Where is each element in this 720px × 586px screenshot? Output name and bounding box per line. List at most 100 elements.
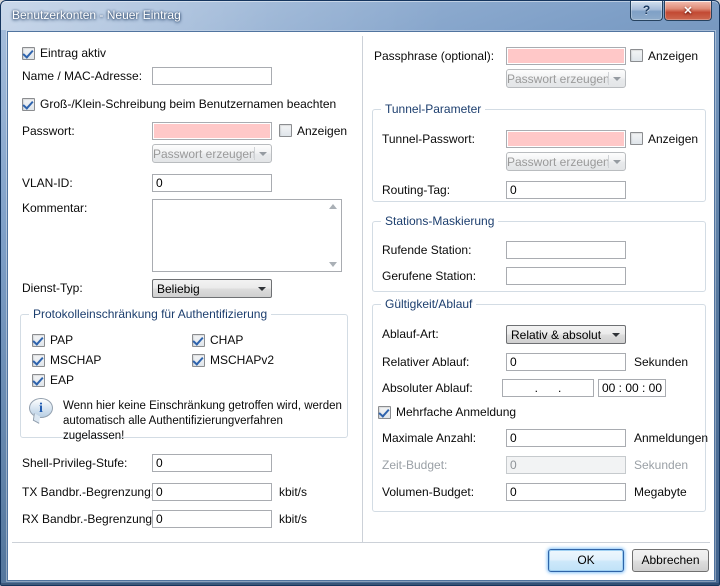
tunnel-password-input[interactable]	[506, 130, 626, 148]
tunnel-password-show-checkbox[interactable]	[630, 132, 643, 145]
tunnel-password-show-label: Anzeigen	[648, 132, 698, 146]
footer-divider	[12, 542, 710, 543]
tunnel-password-label: Tunnel-Passwort:	[382, 132, 475, 146]
dialog-window: Benutzerkonten - Neuer Eintrag ? ✕ Eintr…	[0, 0, 720, 586]
calling-station-input[interactable]	[506, 241, 626, 259]
help-icon: ?	[643, 3, 650, 17]
mschap-label: MSCHAP	[50, 353, 101, 367]
service-type-dropdown[interactable]: Beliebig	[152, 279, 272, 298]
password-generate-label: Passwort erzeugen	[153, 147, 254, 161]
title-bar[interactable]: Benutzerkonten - Neuer Eintrag	[1, 1, 719, 30]
password-input[interactable]	[152, 122, 272, 140]
column-divider	[362, 36, 363, 542]
chevron-down-icon	[613, 160, 621, 164]
chap-checkbox[interactable]	[192, 334, 205, 347]
passphrase-label: Passphrase (optional):	[374, 49, 494, 63]
volume-budget-input[interactable]	[506, 483, 626, 501]
entry-active-label: Eintrag aktiv	[40, 46, 106, 60]
name-mac-input[interactable]	[152, 67, 272, 85]
called-station-input[interactable]	[506, 267, 626, 285]
expiry-type-value: Relativ & absolut	[511, 328, 601, 342]
comment-textarea[interactable]	[152, 199, 342, 272]
chap-label: CHAP	[210, 333, 243, 347]
split-divider	[608, 72, 609, 85]
password-generate-button[interactable]: Passwort erzeugen	[152, 144, 272, 163]
protocol-info-text: Wenn hier keine Einschränkung getroffen …	[63, 399, 347, 444]
absolute-expiry-time-input[interactable]: 00 : 00 : 00	[598, 379, 666, 397]
tx-bandwidth-input[interactable]	[152, 483, 272, 501]
entry-active-checkbox[interactable]	[22, 47, 35, 60]
info-icon: i	[29, 398, 53, 418]
time-budget-input	[506, 456, 626, 474]
routing-tag-input[interactable]	[506, 181, 626, 199]
tx-bandwidth-label: TX Bandbr.-Begrenzung:	[22, 485, 154, 499]
scroll-down-icon[interactable]	[329, 262, 337, 267]
shell-privilege-input[interactable]	[152, 454, 272, 472]
dialog-body: Eintrag aktiv Name / MAC-Adresse: Groß-/…	[7, 31, 715, 581]
mschapv2-label: MSCHAPv2	[210, 353, 274, 367]
calling-station-label: Rufende Station:	[382, 243, 471, 257]
time-budget-unit: Sekunden	[634, 458, 688, 472]
chevron-down-icon	[259, 152, 267, 156]
relative-expiry-input[interactable]	[506, 353, 626, 371]
volume-budget-label: Volumen-Budget:	[382, 485, 474, 499]
expiry-type-dropdown[interactable]: Relativ & absolut	[506, 325, 626, 344]
vlan-input[interactable]	[152, 174, 272, 192]
close-button[interactable]: ✕	[664, 1, 712, 21]
rx-bandwidth-unit: kbit/s	[279, 512, 307, 526]
password-show-label: Anzeigen	[297, 124, 347, 138]
volume-budget-unit: Megabyte	[634, 485, 687, 499]
multiple-login-checkbox[interactable]	[378, 406, 391, 419]
relative-expiry-unit: Sekunden	[634, 355, 688, 369]
help-button[interactable]: ?	[630, 1, 663, 21]
absolute-expiry-date-input[interactable]: . .	[502, 379, 594, 397]
tx-bandwidth-unit: kbit/s	[279, 485, 307, 499]
password-show-checkbox[interactable]	[279, 124, 292, 137]
dialog-title: Benutzerkonten - Neuer Eintrag	[12, 8, 181, 22]
password-label: Passwort:	[22, 124, 75, 138]
split-divider	[254, 147, 255, 160]
max-logins-input[interactable]	[506, 429, 626, 447]
relative-expiry-label: Relativer Ablauf:	[382, 355, 469, 369]
eap-checkbox[interactable]	[32, 374, 45, 387]
time-budget-label: Zeit-Budget:	[382, 458, 447, 472]
absolute-expiry-label: Absoluter Ablauf:	[382, 381, 473, 395]
mschapv2-checkbox[interactable]	[192, 354, 205, 367]
name-mac-label: Name / MAC-Adresse:	[22, 69, 142, 83]
passphrase-show-label: Anzeigen	[648, 49, 698, 63]
protocol-group-title: Protokolleinschränkung für Authentifizie…	[29, 307, 271, 321]
passphrase-show-checkbox[interactable]	[630, 49, 643, 62]
passphrase-generate-label: Passwort erzeugen	[507, 72, 608, 86]
chevron-down-icon	[612, 333, 620, 337]
max-logins-unit: Anmeldungen	[634, 431, 708, 445]
passphrase-generate-button[interactable]: Passwort erzeugen	[506, 69, 626, 88]
service-type-value: Beliebig	[157, 282, 200, 296]
called-station-label: Gerufene Station:	[382, 269, 476, 283]
chevron-down-icon	[613, 77, 621, 81]
station-group-title: Stations-Maskierung	[381, 214, 498, 228]
validity-group-title: Gültigkeit/Ablauf	[381, 297, 476, 311]
pap-checkbox[interactable]	[32, 334, 45, 347]
tunnel-generate-button[interactable]: Passwort erzeugen	[506, 152, 626, 171]
cancel-button[interactable]: Abbrechen	[632, 549, 709, 572]
passphrase-input[interactable]	[506, 47, 626, 65]
vlan-label: VLAN-ID:	[22, 176, 73, 190]
expiry-type-label: Ablauf-Art:	[382, 327, 439, 341]
tunnel-group-title: Tunnel-Parameter	[381, 102, 485, 116]
split-divider	[608, 155, 609, 168]
close-icon: ✕	[683, 5, 692, 17]
tunnel-generate-label: Passwort erzeugen	[507, 155, 608, 169]
mschap-checkbox[interactable]	[32, 354, 45, 367]
case-sensitive-checkbox[interactable]	[22, 98, 35, 111]
max-logins-label: Maximale Anzahl:	[382, 431, 476, 445]
multiple-login-label: Mehrfache Anmeldung	[396, 405, 516, 419]
eap-label: EAP	[50, 373, 74, 387]
pap-label: PAP	[50, 333, 73, 347]
rx-bandwidth-input[interactable]	[152, 510, 272, 528]
service-type-label: Dienst-Typ:	[22, 281, 83, 295]
comment-label: Kommentar:	[22, 201, 87, 215]
case-sensitive-label: Groß-/Klein-Schreibung beim Benutzername…	[40, 97, 336, 111]
scroll-up-icon[interactable]	[329, 204, 337, 209]
ok-button[interactable]: OK	[548, 549, 624, 572]
chevron-down-icon	[258, 287, 266, 291]
